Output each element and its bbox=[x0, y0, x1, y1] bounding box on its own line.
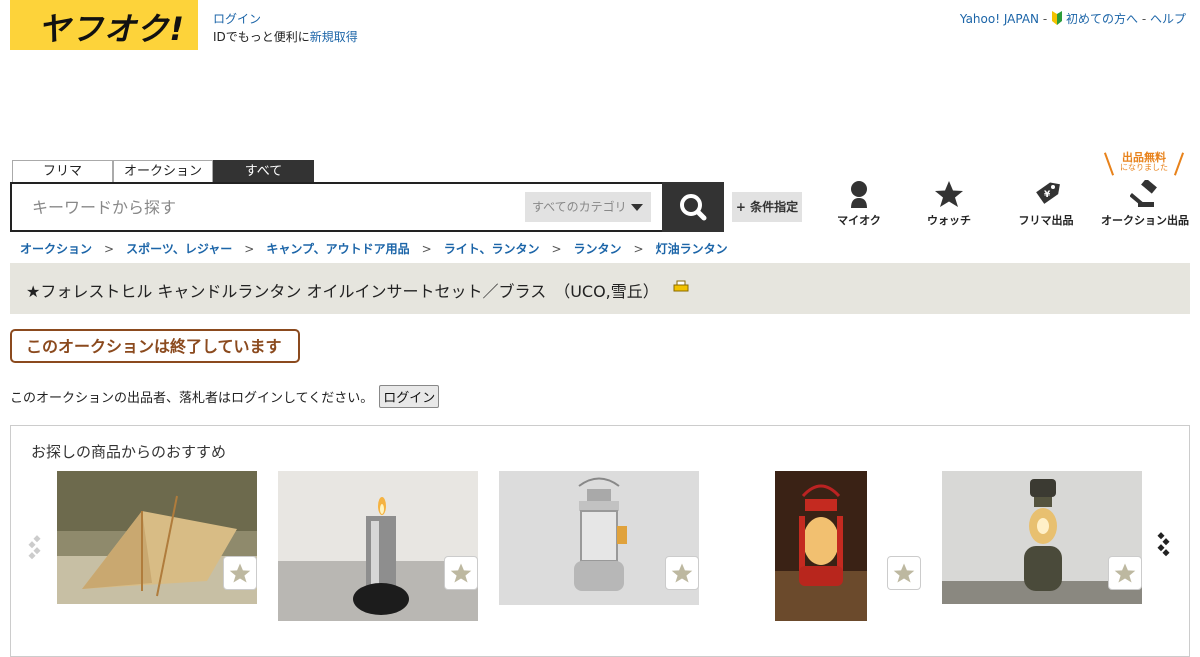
price-tag-icon: ¥ bbox=[1036, 182, 1060, 204]
carousel-next-icon[interactable] bbox=[1155, 531, 1173, 557]
login-button[interactable]: ログイン bbox=[379, 385, 440, 408]
breadcrumb-item[interactable]: 灯油ランタン bbox=[656, 242, 728, 256]
watch-button[interactable] bbox=[887, 556, 921, 590]
register-link[interactable]: 新規取得 bbox=[310, 30, 358, 44]
star-icon bbox=[935, 181, 963, 207]
separator: - bbox=[1138, 12, 1150, 26]
gavel-icon bbox=[1130, 180, 1157, 207]
category-select-label: すべてのカテゴリ bbox=[532, 200, 627, 214]
login-link[interactable]: ログイン bbox=[213, 12, 261, 26]
login-notice-text: このオークションの出品者、落札者はログインしてください。 bbox=[10, 391, 374, 406]
nav-my-auction[interactable]: マイオク bbox=[825, 180, 893, 228]
search-button[interactable] bbox=[662, 182, 724, 232]
carousel-prev-icon[interactable] bbox=[27, 534, 45, 560]
watch-button[interactable] bbox=[444, 556, 478, 590]
watch-button[interactable] bbox=[223, 556, 257, 590]
breadcrumb-item[interactable]: ライト、ランタン bbox=[444, 242, 540, 256]
breadcrumb-separator: > bbox=[633, 242, 644, 256]
nav-watch-label: ウォッチ bbox=[927, 214, 971, 227]
free-listing-badge: 出品無料 になりました bbox=[1103, 152, 1185, 176]
nav-auction-sell-label: オークション出品 bbox=[1101, 214, 1189, 227]
breadcrumb-item[interactable]: キャンプ、アウトドア用品 bbox=[266, 242, 409, 256]
login-sub-text: IDでもっと便利に bbox=[213, 30, 310, 44]
svg-text:¥: ¥ bbox=[1044, 190, 1051, 200]
tab-all[interactable]: すべて bbox=[213, 160, 314, 183]
breadcrumb-item[interactable]: スポーツ、レジャー bbox=[126, 242, 232, 256]
yahoo-japan-link[interactable]: Yahoo! JAPAN bbox=[960, 12, 1039, 26]
yahoo-auction-logo[interactable]: ヤフオク! bbox=[10, 0, 198, 50]
nav-watch[interactable]: ウォッチ bbox=[915, 180, 983, 228]
recommend-item[interactable] bbox=[775, 471, 867, 621]
condition-button[interactable]: + 条件指定 bbox=[732, 192, 802, 222]
star-icon bbox=[1114, 563, 1136, 583]
item-title-bar: ★フォレストヒル キャンドルランタン オイルインサートセット／ブラス （UCO,… bbox=[10, 263, 1190, 314]
search-icon bbox=[680, 194, 707, 221]
nav-myauc-label: マイオク bbox=[837, 214, 881, 227]
breadcrumb-separator: > bbox=[104, 242, 115, 256]
search-box: すべてのカテゴリ bbox=[10, 182, 664, 232]
star-icon bbox=[893, 563, 915, 583]
tab-auction[interactable]: オークション bbox=[113, 160, 213, 183]
login-notice: このオークションの出品者、落札者はログインしてください。 ログイン bbox=[10, 385, 440, 408]
free-badge-sub: になりました bbox=[1120, 163, 1168, 172]
oil-lamp-image bbox=[278, 471, 478, 621]
breadcrumb-separator: > bbox=[244, 242, 255, 256]
login-block: ログイン IDでもっと便利に新規取得 bbox=[213, 10, 358, 46]
watch-button[interactable] bbox=[1108, 556, 1142, 590]
separator: - bbox=[1039, 12, 1051, 26]
recommendations-title: お探しの商品からのおすすめ bbox=[31, 443, 227, 461]
breadcrumb-separator: > bbox=[551, 242, 562, 256]
nav-flea-market-sell[interactable]: ¥ フリマ出品 bbox=[1007, 180, 1085, 228]
auction-ended-badge: このオークションは終了しています bbox=[10, 329, 300, 363]
star-icon bbox=[450, 563, 472, 583]
red-lantern-image bbox=[775, 471, 867, 621]
item-title: ★フォレストヒル キャンドルランタン オイルインサートセット／ブラス （UCO,… bbox=[26, 282, 659, 301]
breadcrumb-separator: > bbox=[421, 242, 432, 256]
breadcrumb: オークション > スポーツ、レジャー > キャンプ、アウトドア用品 > ライト、ランタン > ラ… bbox=[20, 240, 728, 257]
star-icon bbox=[671, 563, 693, 583]
category-select[interactable]: すべてのカテゴリ bbox=[525, 192, 651, 222]
chevron-down-icon bbox=[631, 204, 643, 211]
shipping-icon bbox=[673, 280, 689, 292]
beginner-mark-icon bbox=[1052, 11, 1062, 25]
user-icon bbox=[851, 181, 867, 208]
nav-auction-sell[interactable]: オークション出品 bbox=[1095, 180, 1195, 228]
breadcrumb-item[interactable]: ランタン bbox=[574, 242, 622, 256]
star-icon bbox=[229, 563, 251, 583]
logo-text: ヤフオク! bbox=[38, 10, 185, 48]
breadcrumb-item[interactable]: オークション bbox=[20, 242, 92, 256]
recommend-item[interactable] bbox=[278, 471, 478, 621]
search-input[interactable] bbox=[12, 184, 512, 230]
tab-flea-market[interactable]: フリマ bbox=[12, 160, 113, 183]
watch-button[interactable] bbox=[665, 556, 699, 590]
beginners-link[interactable]: 初めての方へ bbox=[1066, 12, 1138, 26]
top-right-links: Yahoo! JAPAN - 初めての方へ - ヘルプ bbox=[960, 10, 1186, 27]
recommendations-panel: お探しの商品からのおすすめ bbox=[10, 425, 1190, 657]
nav-flea-sell-label: フリマ出品 bbox=[1018, 214, 1074, 227]
help-link[interactable]: ヘルプ bbox=[1150, 12, 1186, 26]
